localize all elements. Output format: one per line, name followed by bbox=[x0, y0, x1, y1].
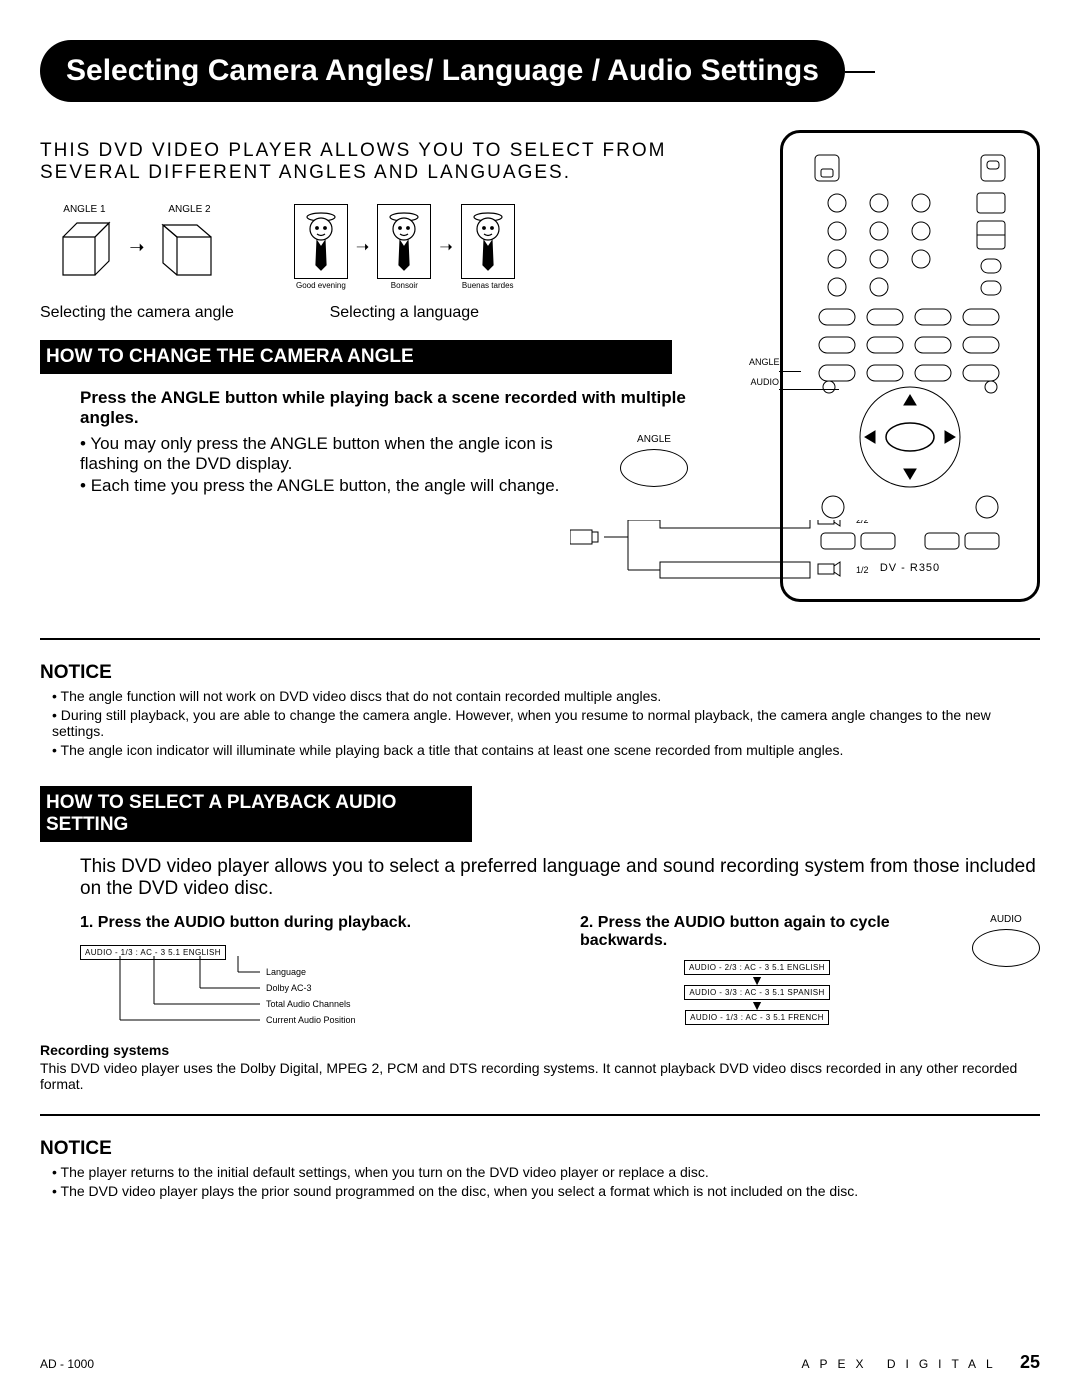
lang-label-2: Buenas tardes bbox=[461, 281, 515, 290]
remote-callout-audio: AUDIO bbox=[749, 377, 779, 387]
notice2-item-0: The player returns to the initial defaul… bbox=[61, 1164, 709, 1180]
notice1-heading: NOTICE bbox=[40, 662, 1040, 684]
section-heading-audio: HOW TO SELECT A PLAYBACK AUDIO SETTING bbox=[40, 786, 472, 842]
notice1-item-1: During still playback, you are able to c… bbox=[52, 707, 991, 739]
arrow-right-icon: ➝ bbox=[356, 237, 369, 257]
person-icon bbox=[380, 207, 428, 271]
notice1-item-2: The angle icon indicator will illuminate… bbox=[61, 742, 844, 758]
footer-model: AD - 1000 bbox=[40, 1357, 94, 1371]
audio-body: This DVD video player allows you to sele… bbox=[80, 856, 1040, 900]
angle-diagram: ANGLE 1 ➝ ANGLE 2 Selecting the camera a… bbox=[40, 204, 234, 322]
recording-heading: Recording systems bbox=[40, 1042, 1040, 1058]
angle-caption: Selecting the camera angle bbox=[40, 304, 234, 322]
osd-next: 1/2 bbox=[856, 565, 869, 575]
angle-lead: Press the ANGLE button while playing bac… bbox=[80, 388, 700, 428]
notice2-heading: NOTICE bbox=[40, 1138, 1040, 1160]
page-number: 25 bbox=[1020, 1352, 1040, 1372]
angle-bullet-1: Each time you press the ANGLE button, th… bbox=[91, 476, 560, 495]
tree-2: Total Audio Channels bbox=[266, 996, 356, 1012]
remote-icon: DV - R350 bbox=[805, 147, 1015, 577]
intro-text: THIS DVD VIDEO PLAYER ALLOWS YOU TO SELE… bbox=[40, 140, 680, 184]
arrow-right-icon: ➝ bbox=[439, 237, 452, 257]
lang-label-1: Bonsoir bbox=[377, 281, 431, 290]
cube-icon bbox=[49, 215, 119, 285]
lang-caption: Selecting a language bbox=[294, 304, 515, 322]
tree-0: Language bbox=[266, 964, 356, 980]
osd-current: 2/2 bbox=[856, 520, 869, 525]
angle-bullets: • You may only press the ANGLE button wh… bbox=[80, 434, 600, 498]
divider bbox=[40, 638, 1040, 640]
angle-button-icon bbox=[620, 449, 688, 487]
arrow-down-icon: ▼ bbox=[750, 1000, 764, 1010]
angle-osd-diagram: 2/2 1/2 bbox=[570, 520, 930, 610]
recording-body: This DVD video player uses the Dolby Dig… bbox=[40, 1060, 1040, 1092]
angle2-label: ANGLE 2 bbox=[155, 204, 225, 215]
lang-label-0: Good evening bbox=[294, 281, 348, 290]
footer-brand: APEX DIGITAL bbox=[801, 1357, 1002, 1371]
remote-callout-angle: ANGLE bbox=[749, 357, 779, 367]
notice2-item-1: The DVD video player plays the prior sou… bbox=[61, 1183, 859, 1199]
audio-sequence: AUDIO - 2/3 : AC - 3 5.1 ENGLISH ▼ AUDIO… bbox=[580, 960, 934, 1025]
audio-button-icon bbox=[972, 929, 1040, 967]
arrow-right-icon: ➝ bbox=[129, 237, 144, 258]
angle-bullet-0: You may only press the ANGLE button when… bbox=[80, 434, 553, 473]
tree-1: Dolby AC-3 bbox=[266, 980, 356, 996]
divider bbox=[40, 1114, 1040, 1116]
step1-title: 1. Press the AUDIO button during playbac… bbox=[80, 914, 540, 932]
page-title: Selecting Camera Angles/ Language / Audi… bbox=[40, 40, 845, 102]
seq-2: AUDIO - 1/3 : AC - 3 5.1 FRENCH bbox=[685, 1010, 829, 1025]
tree-3: Current Audio Position bbox=[266, 1012, 356, 1028]
language-diagram: Good evening ➝ Bonsoir ➝ Buenas tardes bbox=[294, 204, 515, 322]
arrow-down-icon: ▼ bbox=[750, 975, 764, 985]
person-icon bbox=[464, 207, 512, 271]
cube-icon bbox=[155, 215, 225, 285]
person-icon bbox=[297, 207, 345, 271]
section-heading-angle: HOW TO CHANGE THE CAMERA ANGLE bbox=[40, 340, 672, 374]
notice1-item-0: The angle function will not work on DVD … bbox=[61, 688, 662, 704]
angle1-label: ANGLE 1 bbox=[49, 204, 119, 215]
step2-title: 2. Press the AUDIO button again to cycle… bbox=[580, 914, 934, 950]
audio-button-label: AUDIO bbox=[972, 914, 1040, 925]
angle-button-label: ANGLE bbox=[637, 434, 671, 445]
